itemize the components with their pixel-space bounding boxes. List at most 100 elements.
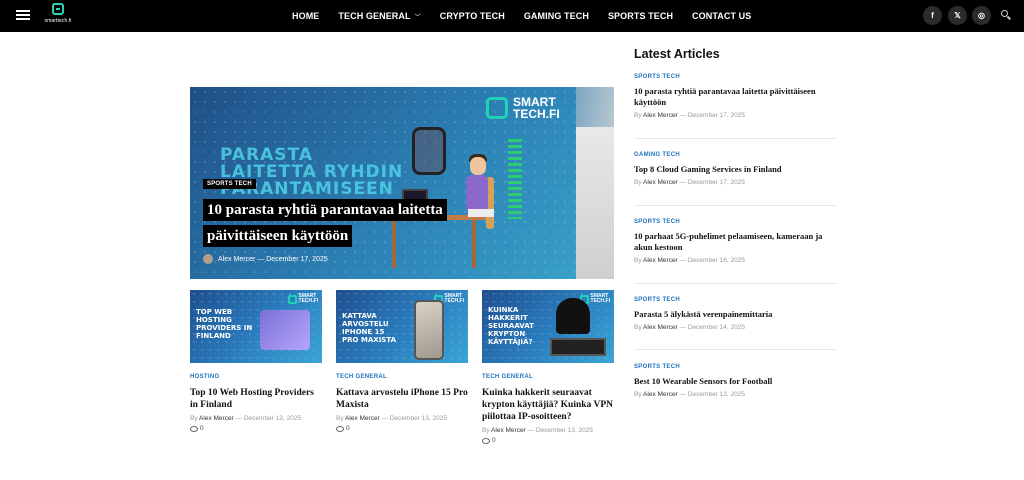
- post-thumbnail[interactable]: SMART TECH.FI KATTAVA ARVOSTELU IPHONE 15…: [336, 290, 468, 363]
- post-author[interactable]: Alex Mercer: [345, 415, 380, 422]
- sidebar-article-meta: By Alex Mercer — December 16, 2025: [634, 257, 745, 264]
- comment-count-value: 0: [492, 437, 496, 444]
- sidebar-article-author[interactable]: Alex Mercer: [643, 179, 678, 186]
- facebook-glyph: f: [931, 11, 934, 20]
- post-date: December 13, 2025: [389, 415, 447, 422]
- sidebar-article-title[interactable]: Parasta 5 älykästä verenpainemittaria: [634, 309, 837, 320]
- post-category[interactable]: TECH GENERAL: [336, 374, 468, 380]
- comment-count[interactable]: 0: [190, 425, 322, 432]
- nav-home-label: HOME: [292, 11, 320, 21]
- sidebar-article-author[interactable]: Alex Mercer: [643, 112, 678, 119]
- nav-crypto-tech-label: CRYPTO TECH: [439, 11, 505, 21]
- post-author[interactable]: Alex Mercer: [199, 415, 234, 422]
- featured-meta: Alex Mercer — December 17, 2025: [203, 254, 328, 264]
- by-label: By: [190, 415, 198, 422]
- featured-title[interactable]: 10 parasta ryhtiä parantavaa laitetta pä…: [203, 197, 463, 249]
- comment-icon: [482, 437, 490, 444]
- sidebar-title: Latest Articles: [634, 47, 720, 61]
- nav-contact-us-label: CONTACT US: [692, 11, 752, 21]
- post-title[interactable]: Kuinka hakkerit seuraavat krypton käyttä…: [482, 387, 614, 423]
- post-meta: By Alex Mercer — December 13, 2025: [336, 415, 447, 422]
- comment-icon: [190, 425, 198, 432]
- by-label: By: [634, 324, 642, 331]
- sidebar-article-author[interactable]: Alex Mercer: [643, 391, 678, 398]
- sidebar-article-date: December 16, 2025: [687, 257, 745, 264]
- x-icon[interactable]: 𝕏: [948, 6, 967, 25]
- sidebar-article-author[interactable]: Alex Mercer: [643, 257, 678, 264]
- nav-contact-us[interactable]: CONTACT US: [692, 11, 751, 21]
- post-date: December 13, 2025: [535, 427, 593, 434]
- post-card: SMART TECH.FI TOP WEB HOSTING PROVIDERS I…: [190, 290, 322, 432]
- facebook-icon[interactable]: f: [923, 6, 942, 25]
- post-category[interactable]: TECH GENERAL: [482, 374, 614, 380]
- post-card: SMART TECH.FI KATTAVA ARVOSTELU IPHONE 15…: [336, 290, 468, 432]
- post-thumbnail[interactable]: SMART TECH.FI KUINKA HAKKERIT SEURAAVAT K…: [482, 290, 614, 363]
- post-title[interactable]: Kattava arvostelu iPhone 15 Pro Maxista: [336, 387, 468, 411]
- main-nav: HOME TECH GENERAL ﹀ CRYPTO TECH GAMING TE…: [292, 0, 770, 32]
- comment-count[interactable]: 0: [336, 425, 468, 432]
- featured-image-edge: [576, 127, 614, 279]
- instagram-icon[interactable]: ◎: [972, 6, 991, 25]
- by-label: By: [336, 415, 344, 422]
- sidebar-divider: [634, 283, 837, 284]
- search-icon[interactable]: [1001, 10, 1011, 20]
- post-thumbnail[interactable]: SMART TECH.FI TOP WEB HOSTING PROVIDERS I…: [190, 290, 322, 363]
- featured-author[interactable]: Alex Mercer: [218, 256, 255, 263]
- comment-count-value: 0: [346, 425, 350, 432]
- author-avatar: [203, 254, 213, 264]
- sidebar-article-category[interactable]: SPORTS TECH: [634, 297, 837, 303]
- post-category[interactable]: HOSTING: [190, 374, 322, 380]
- by-label: By: [634, 257, 642, 264]
- brand-logo-icon: [486, 97, 508, 119]
- comment-icon: [336, 425, 344, 432]
- by-label: By: [634, 391, 642, 398]
- sidebar-article-meta: By Alex Mercer — December 14, 2025: [634, 324, 745, 331]
- sidebar-article: SPORTS TECH Best 10 Wearable Sensors for…: [634, 364, 837, 398]
- site-logo[interactable]: smarttech.fi: [40, 3, 76, 29]
- thumbnail-text: TOP WEB HOSTING PROVIDERS IN FINLAND: [196, 308, 253, 340]
- by-label: By: [634, 179, 642, 186]
- sidebar-article-meta: By Alex Mercer — December 17, 2025: [634, 179, 745, 186]
- post-meta: By Alex Mercer — December 13, 2025: [482, 427, 593, 434]
- nav-sports-tech-label: SPORTS TECH: [607, 11, 674, 21]
- nav-gaming-tech[interactable]: GAMING TECH: [524, 11, 589, 21]
- comment-count[interactable]: 0: [482, 437, 614, 444]
- nav-gaming-tech-label: GAMING TECH: [523, 11, 589, 21]
- sidebar-article-date: December 17, 2025: [687, 179, 745, 186]
- post-author[interactable]: Alex Mercer: [491, 427, 526, 434]
- chevron-down-icon: ﹀: [414, 15, 421, 21]
- sidebar-article-category[interactable]: SPORTS TECH: [634, 74, 837, 80]
- featured-category-badge[interactable]: SPORTS TECH: [203, 179, 256, 189]
- sidebar-article: GAMING TECH Top 8 Cloud Gaming Services …: [634, 152, 837, 186]
- nav-crypto-tech[interactable]: CRYPTO TECH: [440, 11, 505, 21]
- nav-sports-tech[interactable]: SPORTS TECH: [608, 11, 673, 21]
- nav-tech-general[interactable]: TECH GENERAL ﹀: [338, 11, 420, 21]
- sidebar-article-date: December 14, 2025: [687, 324, 745, 331]
- post-title[interactable]: Top 10 Web Hosting Providers in Finland: [190, 387, 322, 411]
- by-label: By: [634, 112, 642, 119]
- sidebar-article-title[interactable]: Top 8 Cloud Gaming Services in Finland: [634, 164, 837, 175]
- laptop-illustration: [550, 338, 606, 356]
- post-card: SMART TECH.FI KUINKA HAKKERIT SEURAAVAT K…: [482, 290, 614, 444]
- featured-date: December 17, 2025: [266, 255, 328, 263]
- by-label: By: [482, 427, 490, 434]
- sidebar-article-category[interactable]: GAMING TECH: [634, 152, 837, 158]
- top-navigation-bar: smarttech.fi HOME TECH GENERAL ﹀ CRYPTO T…: [0, 0, 1024, 32]
- sidebar-article-title[interactable]: Best 10 Wearable Sensors for Football: [634, 376, 837, 387]
- instagram-glyph: ◎: [978, 11, 985, 20]
- sidebar-article: SPORTS TECH 10 parhaat 5G-puhelimet pela…: [634, 219, 837, 264]
- sidebar-article-category[interactable]: SPORTS TECH: [634, 364, 837, 370]
- up-arrow-graphic: [508, 139, 522, 219]
- x-glyph: 𝕏: [954, 11, 961, 20]
- featured-title-text[interactable]: 10 parasta ryhtiä parantavaa laitetta pä…: [203, 199, 447, 247]
- sidebar-article-title[interactable]: 10 parhaat 5G-puhelimet pelaamiseen, kam…: [634, 231, 837, 253]
- post-meta: By Alex Mercer — December 13, 2025: [190, 415, 301, 422]
- sidebar-article-author[interactable]: Alex Mercer: [643, 324, 678, 331]
- nav-home[interactable]: HOME: [292, 11, 319, 21]
- menu-icon[interactable]: [16, 10, 30, 20]
- logo-mark-icon: [52, 3, 64, 15]
- sidebar-article-title[interactable]: 10 parasta ryhtiä parantavaa laitetta pä…: [634, 86, 837, 108]
- sidebar-article-category[interactable]: SPORTS TECH: [634, 219, 837, 225]
- sidebar-article-meta: By Alex Mercer — December 13, 2025: [634, 391, 745, 398]
- sidebar-divider: [634, 138, 837, 139]
